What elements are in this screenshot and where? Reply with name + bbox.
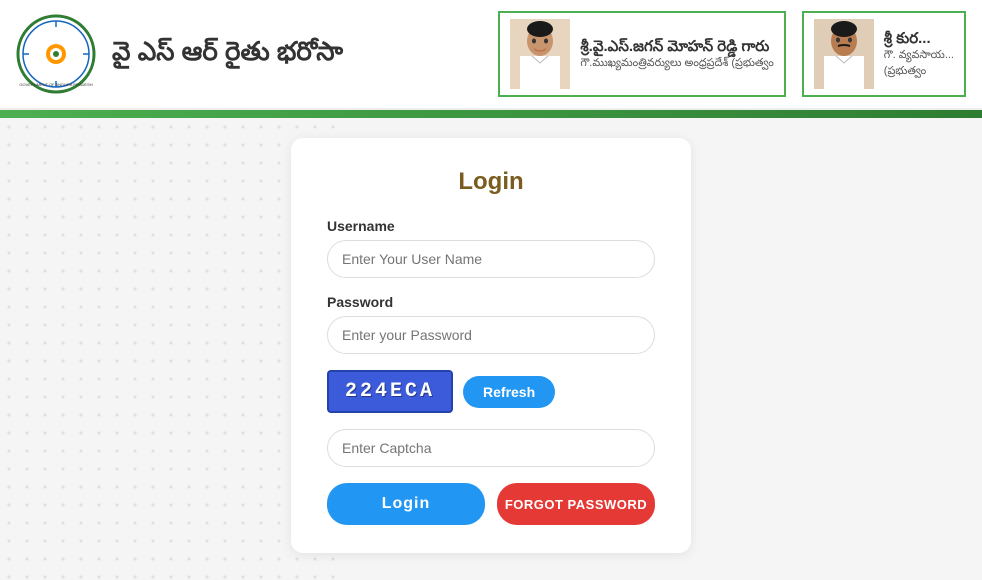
- username-label: Username: [327, 218, 655, 234]
- action-buttons: Login FORGOT PASSWORD: [327, 483, 655, 525]
- person1-card: శ్రీ.వై.ఎస్.జగన్ మోహన్ రెడ్డి గారు గౌ.ము…: [498, 11, 785, 97]
- header: GOVERNMENT OF ANDHRA PRADESH వై ఎస్ ఆర్ …: [0, 0, 982, 110]
- ap-logo: GOVERNMENT OF ANDHRA PRADESH: [16, 14, 96, 94]
- captcha-image: 224ECA: [327, 370, 453, 413]
- person1-info: శ్రీ.వై.ఎస్.జగన్ మోహన్ రెడ్డి గారు గౌ.ము…: [580, 37, 773, 72]
- dot-background: [0, 118, 340, 580]
- main-content: Login Username Password 224ECA Refresh L…: [0, 118, 982, 580]
- forgot-password-button[interactable]: FORGOT PASSWORD: [497, 483, 655, 525]
- person2-info: శ్రీ కుర... గౌ. వ్యవసాయ... (ప్రభుత్వం: [884, 29, 954, 79]
- login-title: Login: [327, 168, 655, 196]
- person1-photo: [510, 19, 570, 89]
- password-input[interactable]: [327, 316, 655, 354]
- green-accent-bar: [0, 110, 982, 118]
- login-card: Login Username Password 224ECA Refresh L…: [291, 138, 691, 553]
- site-title: వై ఎస్ ఆర్ రైతు భరోసా: [112, 36, 343, 73]
- login-button[interactable]: Login: [327, 483, 485, 525]
- person2-photo: [814, 19, 874, 89]
- person1-title: గౌ.ముఖ్యమంత్రివర్యులు అంధ్రప్రదేశ్ (ప్రభ…: [580, 56, 773, 71]
- person1-name: శ్రీ.వై.ఎస్.జగన్ మోహన్ రెడ్డి గారు: [580, 37, 773, 57]
- person2-card: శ్రీ కుర... గౌ. వ్యవసాయ... (ప్రభుత్వం: [802, 11, 966, 97]
- refresh-button[interactable]: Refresh: [463, 376, 555, 408]
- person2-name: శ్రీ కుర...: [884, 29, 954, 49]
- captcha-input-group: [327, 429, 655, 467]
- password-label: Password: [327, 294, 655, 310]
- username-group: Username: [327, 218, 655, 278]
- captcha-input[interactable]: [327, 429, 655, 467]
- person2-title: గౌ. వ్యవసాయ... (ప్రభుత్వం: [884, 48, 954, 79]
- username-input[interactable]: [327, 240, 655, 278]
- captcha-row: 224ECA Refresh: [327, 370, 655, 413]
- svg-text:GOVERNMENT OF ANDHRA PRADESH: GOVERNMENT OF ANDHRA PRADESH: [19, 82, 92, 87]
- password-group: Password: [327, 294, 655, 354]
